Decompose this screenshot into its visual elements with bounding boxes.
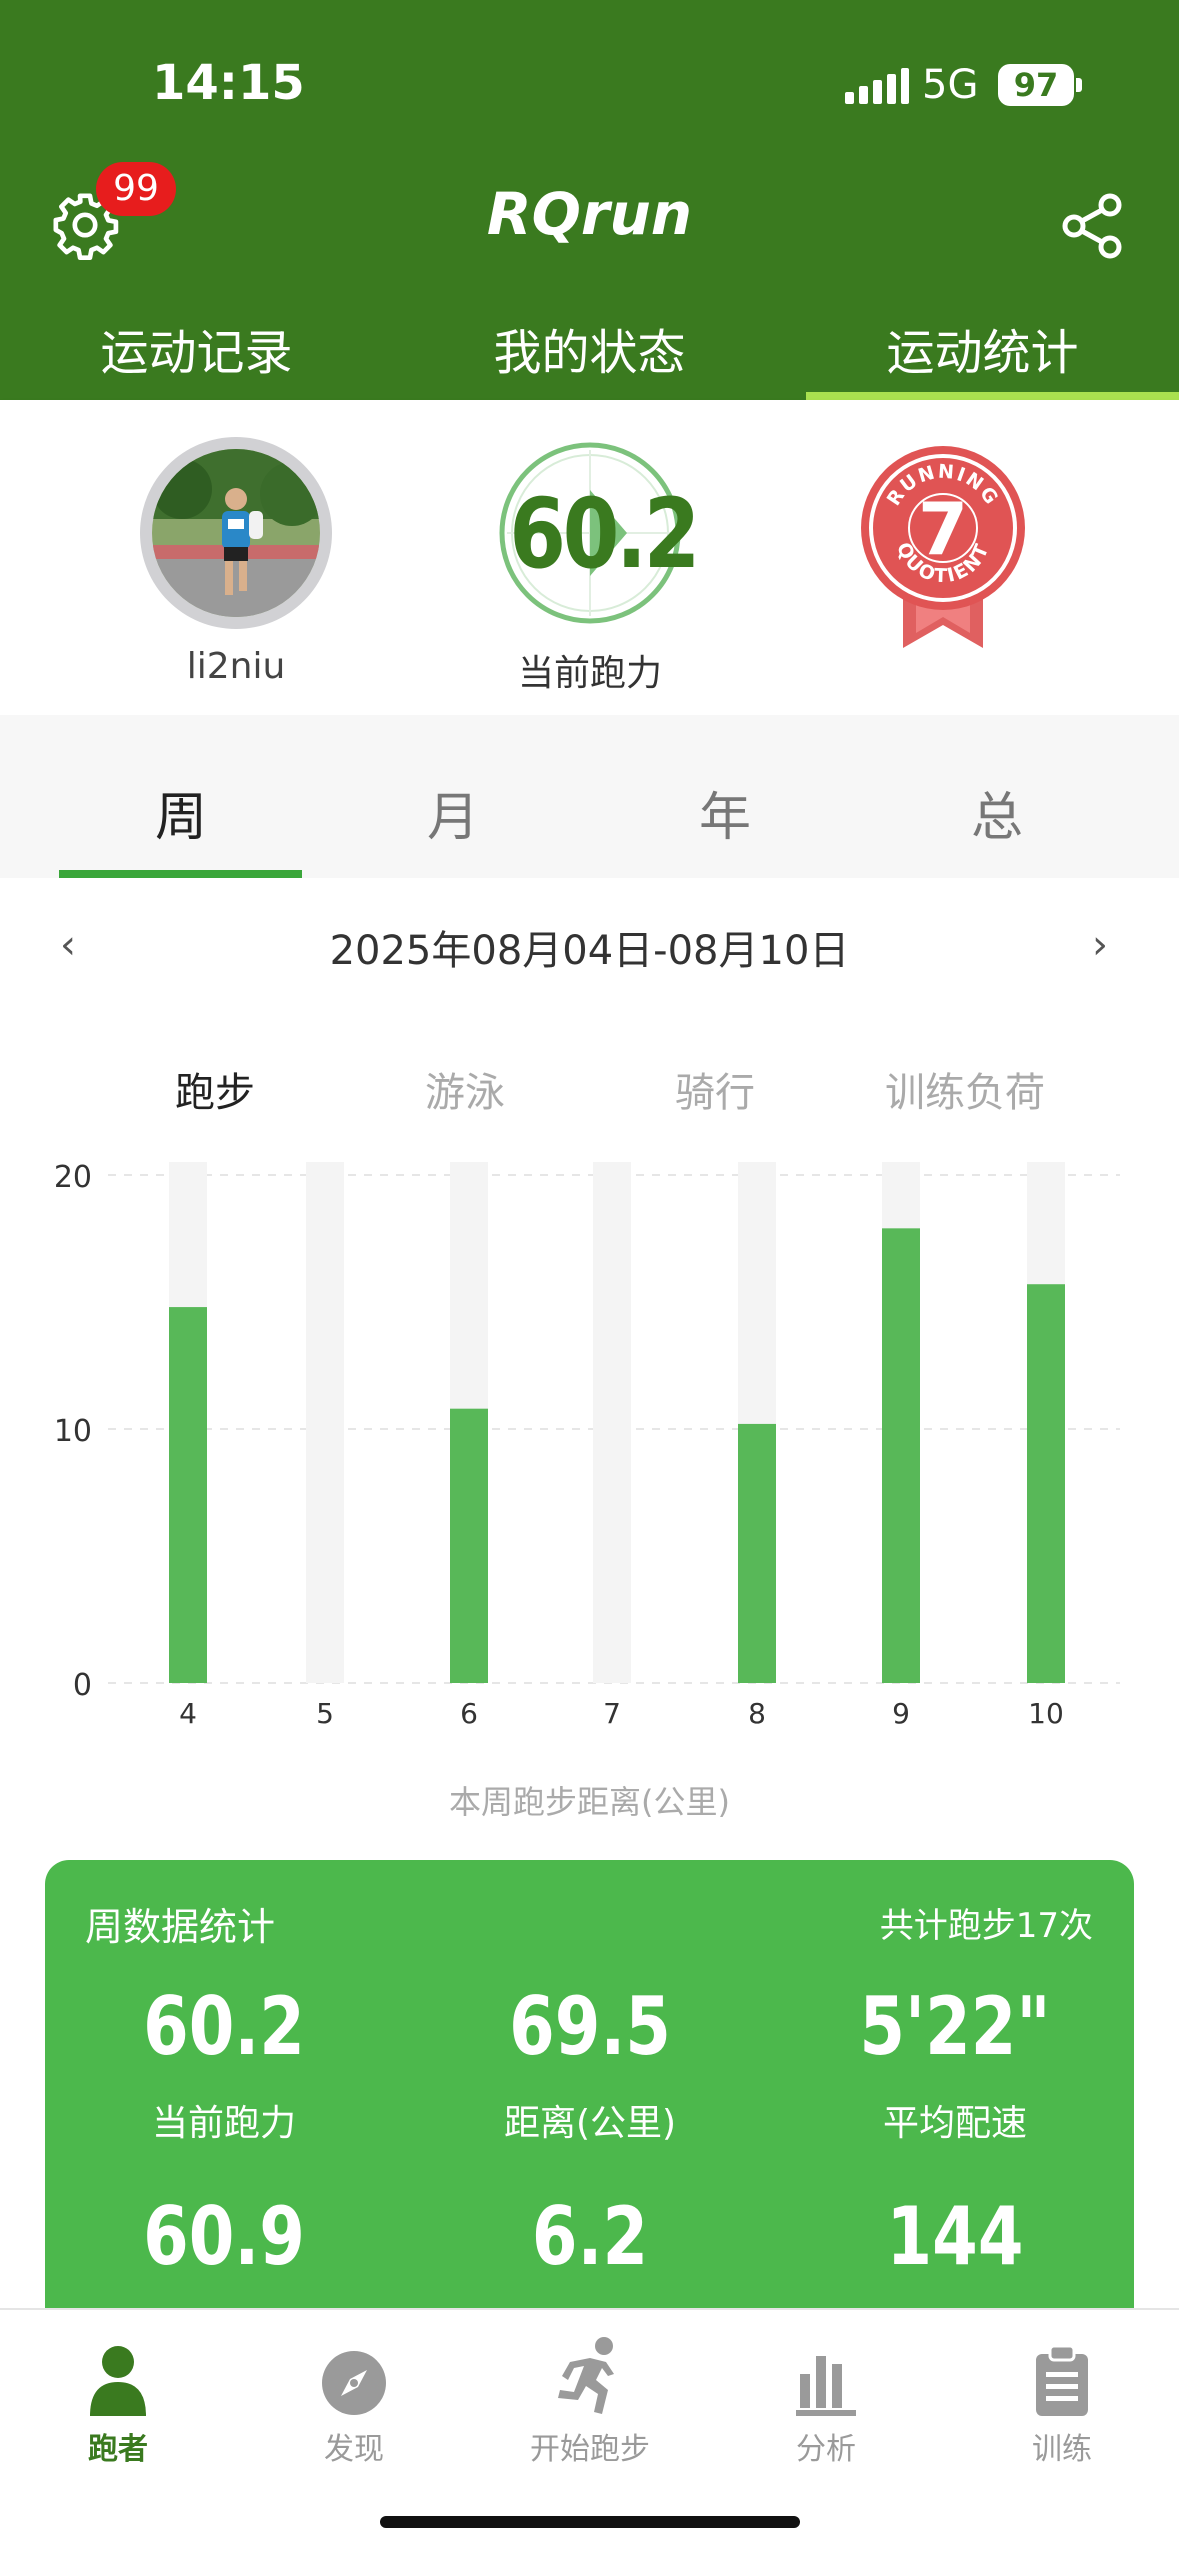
next-week-arrow-icon[interactable]: › (1092, 922, 1108, 968)
y-tick-label: 20 (54, 1160, 92, 1195)
home-indicator[interactable] (380, 2516, 800, 2528)
bar-track (306, 1162, 344, 1683)
compass-icon (322, 2351, 386, 2415)
weekly-distance-chart: 0 10 20 4 5 6 7 8 9 10 (54, 1160, 1120, 1730)
nav-label-training: 训练 (1032, 2432, 1092, 2467)
sport-tab-swimming[interactable]: 游泳 (340, 1060, 590, 1118)
rq-number: 7 (918, 487, 968, 571)
bar (738, 1423, 776, 1683)
nav-discover[interactable]: 发现 (236, 2320, 472, 2468)
status-time: 14:15 (152, 55, 305, 111)
x-tick-label: 5 (316, 1697, 334, 1730)
x-tick-label: 8 (748, 1697, 766, 1730)
date-range: 2025年08月04日-08月10日 (329, 928, 850, 974)
period-tab-month[interactable]: 月 (328, 775, 578, 850)
signal-icon (845, 68, 909, 104)
runner-icon (558, 2337, 614, 2414)
period-tab-year[interactable]: 年 (600, 775, 850, 850)
sport-tab-training-load[interactable]: 训练负荷 (840, 1060, 1090, 1118)
bar (1027, 1284, 1065, 1683)
bar (169, 1307, 207, 1683)
stat-label-pace: 平均配速 (882, 2103, 1027, 2144)
tab-my-status[interactable]: 我的状态 (393, 313, 786, 383)
sport-tab-running[interactable]: 跑步 (90, 1060, 340, 1118)
stat-value-pace: 5'22" (859, 1980, 1051, 2073)
running-power-value: 60.2 (509, 478, 700, 590)
nav-label-discover: 发现 (324, 2432, 384, 2467)
stat-value-r2-2: 6.2 (531, 2190, 649, 2283)
nav-label-start-run: 开始跑步 (530, 2432, 650, 2467)
share-icon[interactable] (1062, 193, 1124, 259)
battery-tip (1076, 78, 1082, 92)
stat-value-r2-1: 60.9 (143, 2190, 305, 2283)
username: li2niu (186, 646, 286, 687)
y-tick-label: 10 (54, 1414, 92, 1449)
stats-total-runs: 共计跑步17次 (879, 1906, 1093, 1946)
period-tab-indicator (59, 870, 302, 878)
nav-training[interactable]: 训练 (944, 2320, 1179, 2468)
x-tick-label: 9 (892, 1697, 910, 1730)
bar (882, 1228, 920, 1683)
bar (450, 1408, 488, 1683)
clipboard-icon (1036, 2346, 1088, 2416)
x-tick-label: 10 (1028, 1697, 1064, 1730)
chart-caption: 本周跑步距离(公里) (449, 1783, 730, 1821)
stat-value-r2-3: 144 (886, 2190, 1024, 2283)
tab-indicator (806, 392, 1179, 400)
period-tab-total[interactable]: 总 (872, 775, 1122, 850)
nav-label-analysis: 分析 (796, 2432, 856, 2467)
stat-label-power: 当前跑力 (151, 2103, 296, 2144)
stats-title: 周数据统计 (85, 1905, 276, 1949)
nav-label-runner: 跑者 (88, 2432, 148, 2467)
nav-start-run[interactable]: 开始跑步 (472, 2320, 708, 2468)
stat-label-distance: 距离(公里) (503, 2103, 677, 2144)
avatar[interactable] (152, 449, 320, 617)
x-tick-label: 7 (603, 1697, 621, 1730)
bar-chart-icon (796, 2356, 856, 2416)
rq-badge-icon[interactable]: 7 RUNNING QUOTIENT (858, 443, 1028, 653)
running-power-label: 当前跑力 (517, 653, 662, 694)
x-tick-label: 4 (179, 1697, 197, 1730)
y-tick-label: 0 (73, 1668, 92, 1703)
network-type: 5G (922, 62, 979, 108)
tab-exercise-stats[interactable]: 运动统计 (786, 313, 1179, 383)
period-tab-week[interactable]: 周 (56, 775, 306, 850)
stat-value-power: 60.2 (143, 1980, 305, 2073)
tab-exercise-records[interactable]: 运动记录 (0, 313, 393, 383)
stat-value-distance: 69.5 (509, 1980, 671, 2073)
x-tick-label: 6 (460, 1697, 478, 1730)
battery-indicator: 97 (998, 64, 1074, 106)
sport-tab-cycling[interactable]: 骑行 (590, 1060, 840, 1118)
person-icon (90, 2346, 146, 2416)
bar-track (593, 1162, 631, 1683)
nav-analysis[interactable]: 分析 (708, 2320, 944, 2468)
app-title: RQrun (486, 180, 693, 248)
nav-runner[interactable]: 跑者 (0, 2320, 236, 2468)
